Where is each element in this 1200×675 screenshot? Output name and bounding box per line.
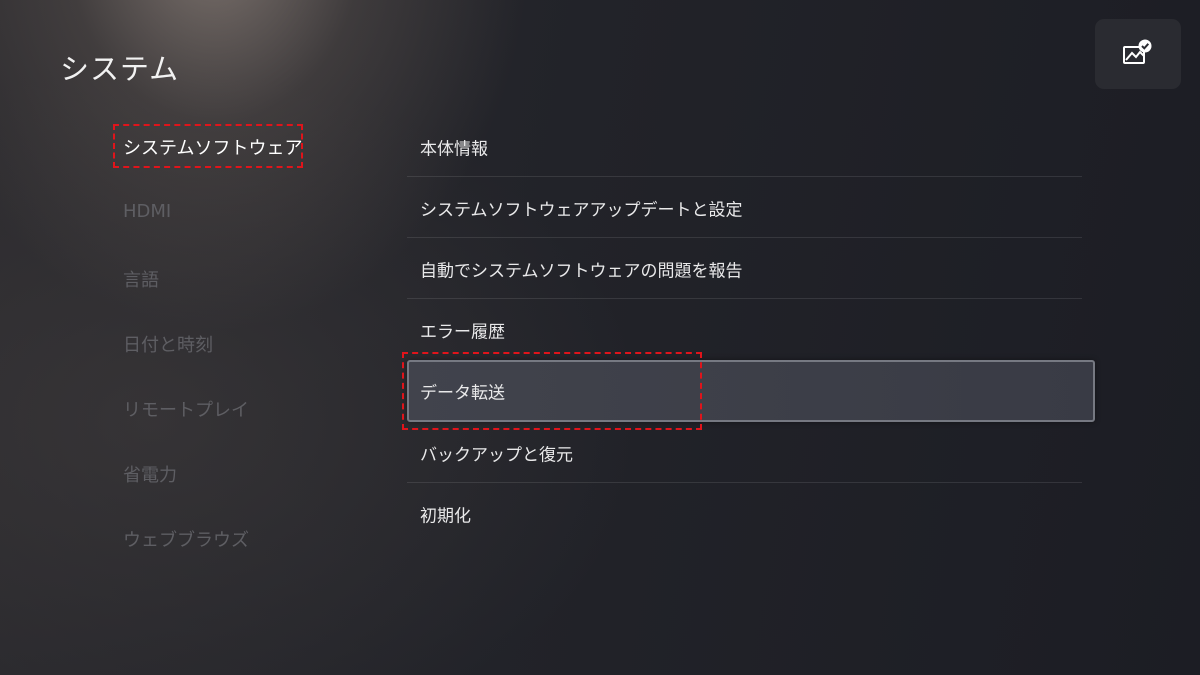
sidebar-item-power-saving[interactable]: 省電力 (123, 461, 177, 487)
menu-item-data-transfer[interactable]: データ転送 (407, 360, 1095, 422)
profile-button[interactable] (1095, 19, 1181, 89)
menu-item-console-info[interactable]: 本体情報 (407, 116, 1095, 177)
menu-item-label: エラー履歴 (420, 322, 505, 342)
menu-item-backup-restore[interactable]: バックアップと復元 (407, 422, 1095, 483)
menu-item-label: システムソフトウェアアップデートと設定 (420, 200, 743, 220)
gallery-check-icon (1123, 39, 1152, 64)
sidebar-item-hdmi[interactable]: HDMI (123, 201, 171, 222)
menu-item-label: データ転送 (420, 383, 505, 404)
menu-item-label: 自動でシステムソフトウェアの問題を報告 (420, 261, 743, 281)
sidebar-item-language[interactable]: 言語 (123, 266, 159, 292)
page-title: システム (60, 52, 180, 86)
menu-item-label: バックアップと復元 (420, 445, 573, 465)
sidebar-item-remote-play[interactable]: リモートプレイ (123, 396, 249, 422)
sidebar-item-system-software[interactable]: システムソフトウェア (123, 134, 302, 160)
menu-item-error-history[interactable]: エラー履歴 (407, 299, 1095, 360)
menu-item-system-update[interactable]: システムソフトウェアアップデートと設定 (407, 177, 1095, 238)
menu-item-label: 初期化 (420, 506, 471, 526)
menu-item-reset[interactable]: 初期化 (407, 483, 1095, 544)
sidebar-item-date-time[interactable]: 日付と時刻 (123, 331, 213, 357)
menu-item-label: 本体情報 (420, 139, 488, 159)
menu-item-auto-report[interactable]: 自動でシステムソフトウェアの問題を報告 (407, 238, 1095, 299)
sidebar-item-web-browsing[interactable]: ウェブブラウズ (123, 526, 249, 552)
